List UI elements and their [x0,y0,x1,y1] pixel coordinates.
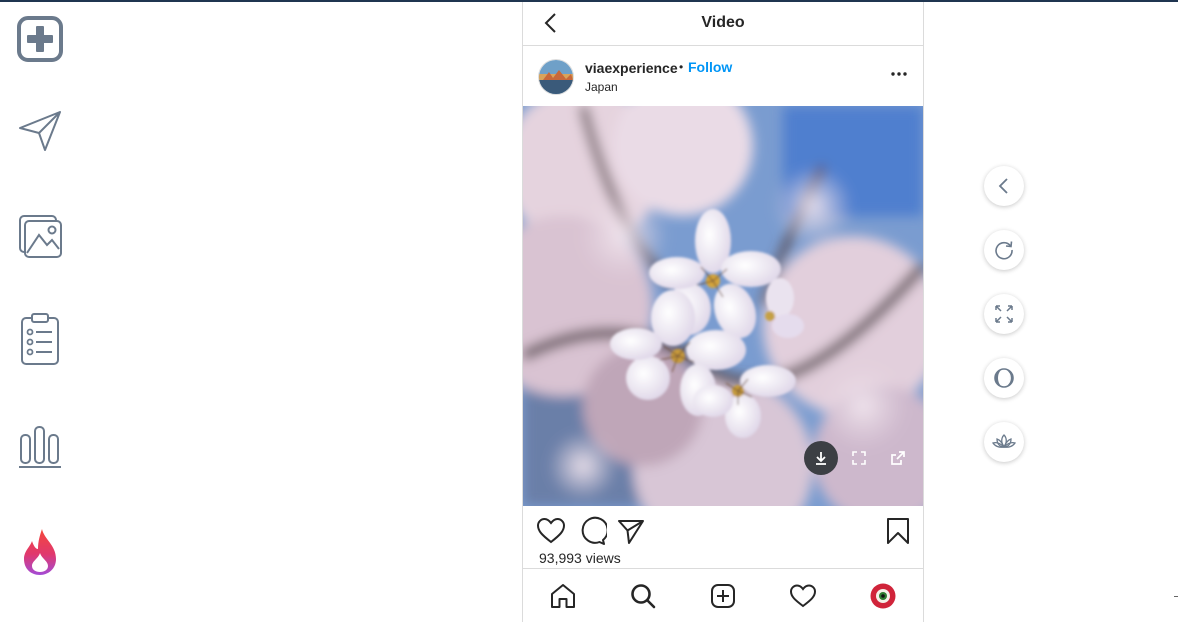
download-button[interactable] [804,441,838,475]
comment-icon[interactable] [577,516,607,546]
refresh-icon [995,241,1013,260]
search-icon [631,584,656,609]
download-icon [816,452,826,465]
post-header: viaexperience • Follow Japan [523,46,923,106]
images-icon [19,215,62,258]
checklist-sidebar-button[interactable] [14,313,66,366]
direct-messages-sidebar-button[interactable] [14,105,66,157]
activity-heart-icon [789,584,817,608]
nav-new-post[interactable] [708,581,738,611]
new-post-icon [711,584,735,608]
video-player[interactable] [523,106,923,506]
home-icon [551,584,575,608]
zen-mode-button[interactable] [984,422,1024,462]
avatar-image [539,60,573,94]
open-external-button[interactable] [881,441,915,475]
app-logo [14,526,66,578]
lotus-icon [992,434,1016,449]
left-sidebar [0,0,80,622]
chevron-left-icon [998,178,1008,194]
bottom-navigation [523,568,923,623]
location-link[interactable]: Japan [585,80,618,94]
heart-icon[interactable] [536,516,566,546]
post-actions [523,508,923,554]
bookmark-icon[interactable] [883,516,913,546]
gallery-sidebar-button[interactable] [14,210,66,262]
new-post-sidebar-button[interactable] [14,13,66,65]
refresh-button[interactable] [984,230,1024,270]
expand-icon [995,305,1013,323]
more-options-icon[interactable] [887,62,911,86]
flame-logo-icon [24,529,56,575]
external-link-icon [891,451,905,465]
video-header: Video [523,2,923,46]
share-icon[interactable] [616,516,646,546]
edge-mark [1174,596,1178,597]
plus-square-icon [17,16,63,62]
fullscreen-button[interactable] [842,441,876,475]
avatar[interactable] [538,59,574,95]
expand-button[interactable] [984,294,1024,334]
analytics-sidebar-button[interactable] [14,420,66,472]
separator-dot: • [679,60,684,74]
profile-avatar [870,583,896,609]
follow-button[interactable]: Follow [688,59,732,75]
checklist-icon [21,313,59,365]
post-viewer: Video viaexperience • Follow Japan 93,99… [522,2,924,622]
username[interactable]: viaexperience [585,60,678,76]
nav-home[interactable] [548,581,578,611]
dark-mode-icon [994,368,1014,388]
dark-mode-button[interactable] [984,358,1024,398]
previous-button[interactable] [984,166,1024,206]
page-title: Video [701,14,745,31]
nav-activity[interactable] [788,581,818,611]
bar-chart-icon [19,426,61,468]
fullscreen-icon [852,451,866,465]
nav-profile[interactable] [868,581,898,611]
view-count: 93,993 views [539,550,621,566]
nav-search[interactable] [628,581,658,611]
send-icon [19,111,61,151]
